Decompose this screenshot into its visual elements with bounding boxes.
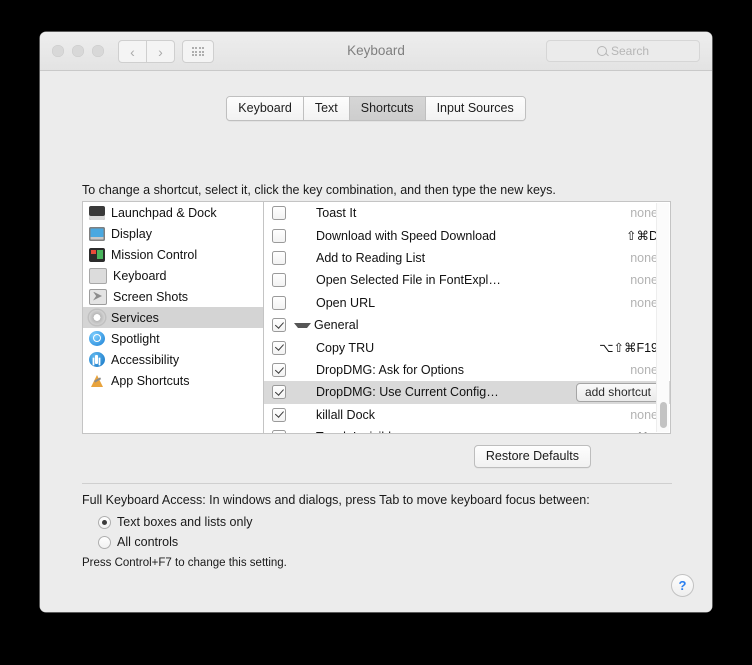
- table-row[interactable]: Open URL none: [264, 292, 670, 314]
- display-icon: [89, 226, 105, 241]
- list-scrollbar[interactable]: [656, 203, 669, 432]
- radio-button[interactable]: [98, 515, 111, 529]
- table-row[interactable]: ToggleInvisibles ⌘H: [264, 426, 670, 433]
- mission-control-icon: [89, 247, 105, 262]
- row-label: Open Selected File in FontExpl…: [316, 273, 501, 288]
- row-label: DropDMG: Use Current Config…: [316, 385, 499, 400]
- help-button[interactable]: ?: [671, 574, 694, 597]
- sidebar-item-services[interactable]: Services: [83, 307, 263, 328]
- tab-keyboard[interactable]: Keyboard: [227, 97, 304, 120]
- table-row[interactable]: Toast It none: [264, 202, 670, 224]
- sidebar-item-label: Spotlight: [111, 331, 160, 346]
- sidebar-item-label: Accessibility: [111, 352, 180, 367]
- row-label: ToggleInvisibles: [294, 430, 636, 433]
- scrollbar-thumb[interactable]: [660, 402, 667, 428]
- radio-all-controls[interactable]: All controls: [98, 535, 178, 549]
- table-row-selected[interactable]: DropDMG: Use Current Config… add shortcu…: [264, 381, 670, 404]
- table-row[interactable]: Open Selected File in FontExpl… none: [264, 269, 670, 291]
- add-shortcut-button[interactable]: add shortcut: [575, 382, 660, 402]
- row-label: Toast It: [316, 206, 357, 221]
- radio-button[interactable]: [98, 535, 111, 549]
- tab-shortcuts[interactable]: Shortcuts: [349, 97, 426, 120]
- shortcuts-list[interactable]: Toast It none Download with Speed Downlo…: [263, 201, 671, 434]
- row-label: Open URL: [316, 295, 376, 310]
- sidebar-item-screen-shots[interactable]: Screen Shots: [83, 286, 263, 307]
- radio-label: Text boxes and lists only: [117, 515, 253, 529]
- full-keyboard-access-label: Full Keyboard Access: In windows and dia…: [82, 493, 590, 507]
- tab-bar: Keyboard Text Shortcuts Input Sources: [40, 96, 712, 121]
- table-row-group-general[interactable]: General: [264, 314, 670, 336]
- table-row[interactable]: killall Dock none: [264, 404, 670, 426]
- sidebar-item-label: App Shortcuts: [111, 373, 190, 388]
- row-checkbox[interactable]: [272, 340, 286, 355]
- sidebar-item-accessibility[interactable]: Accessibility: [83, 349, 263, 370]
- row-label: Download with Speed Download: [316, 228, 496, 243]
- row-checkbox[interactable]: [272, 206, 286, 221]
- window-titlebar: ‹ › Keyboard Search: [40, 32, 712, 71]
- sidebar-item-spotlight[interactable]: Spotlight: [83, 328, 263, 349]
- table-row[interactable]: Add to Reading List none: [264, 247, 670, 269]
- row-checkbox[interactable]: [272, 250, 286, 265]
- row-checkbox[interactable]: [272, 295, 286, 310]
- keyboard-preferences-window: ‹ › Keyboard Search Keyboard Text Shortc…: [40, 32, 712, 612]
- accessibility-icon: [89, 352, 105, 367]
- tab-text[interactable]: Text: [303, 97, 350, 120]
- instruction-text: To change a shortcut, select it, click t…: [82, 183, 556, 197]
- screenshots-icon: [89, 288, 107, 305]
- sidebar-item-launchpad-dock[interactable]: Launchpad & Dock: [83, 202, 263, 223]
- preferences-content: Keyboard Text Shortcuts Input Sources To…: [40, 71, 712, 612]
- sidebar-item-label: Keyboard: [113, 268, 167, 283]
- row-label: Copy TRU: [316, 340, 375, 355]
- row-label: Add to Reading List: [316, 250, 426, 265]
- sidebar-item-label: Services: [111, 310, 159, 325]
- tab-input-sources[interactable]: Input Sources: [425, 97, 525, 120]
- row-checkbox[interactable]: [272, 273, 286, 288]
- launchpad-dock-icon: [89, 205, 105, 220]
- radio-label: All controls: [117, 535, 179, 549]
- search-input[interactable]: Search: [546, 40, 700, 62]
- keyboard-icon: [89, 267, 107, 284]
- row-checkbox[interactable]: [272, 430, 286, 433]
- row-checkbox[interactable]: [272, 407, 286, 422]
- disclosure-triangle-icon[interactable]: [294, 322, 311, 328]
- spotlight-icon: [89, 331, 105, 346]
- sidebar-item-label: Screen Shots: [113, 289, 189, 304]
- search-icon: [596, 46, 607, 56]
- sidebar-item-app-shortcuts[interactable]: App Shortcuts: [83, 370, 263, 391]
- app-shortcuts-icon: [89, 374, 105, 388]
- sidebar-item-label: Mission Control: [111, 247, 198, 262]
- restore-defaults-button[interactable]: Restore Defaults: [473, 445, 591, 468]
- row-checkbox[interactable]: [272, 362, 286, 377]
- table-row[interactable]: DropDMG: Ask for Options none: [264, 359, 670, 381]
- row-label: General: [314, 318, 359, 333]
- sidebar-item-label: Launchpad & Dock: [111, 205, 217, 220]
- sidebar-item-display[interactable]: Display: [83, 223, 263, 244]
- row-checkbox[interactable]: [272, 385, 286, 400]
- sidebar-item-label: Display: [111, 226, 152, 241]
- services-gear-icon: [89, 310, 105, 325]
- row-label: killall Dock: [316, 407, 376, 422]
- sidebar-item-keyboard[interactable]: Keyboard: [83, 265, 263, 286]
- category-sidebar[interactable]: Launchpad & Dock Display Mission Control…: [82, 201, 263, 434]
- radio-text-boxes-and-lists[interactable]: Text boxes and lists only: [98, 515, 253, 529]
- row-checkbox[interactable]: [272, 228, 286, 243]
- row-checkbox[interactable]: [272, 318, 286, 333]
- sidebar-item-mission-control[interactable]: Mission Control: [83, 244, 263, 265]
- shortcuts-panes: Launchpad & Dock Display Mission Control…: [82, 201, 671, 434]
- section-divider: [82, 483, 672, 484]
- row-label: DropDMG: Ask for Options: [316, 362, 464, 377]
- search-placeholder: Search: [610, 44, 650, 58]
- table-row[interactable]: Copy TRU ⌥⇧⌘F19: [264, 336, 670, 358]
- full-keyboard-access-hint: Press Control+F7 to change this setting.: [82, 557, 287, 569]
- table-row[interactable]: Download with Speed Download ⇧⌘D: [264, 224, 670, 246]
